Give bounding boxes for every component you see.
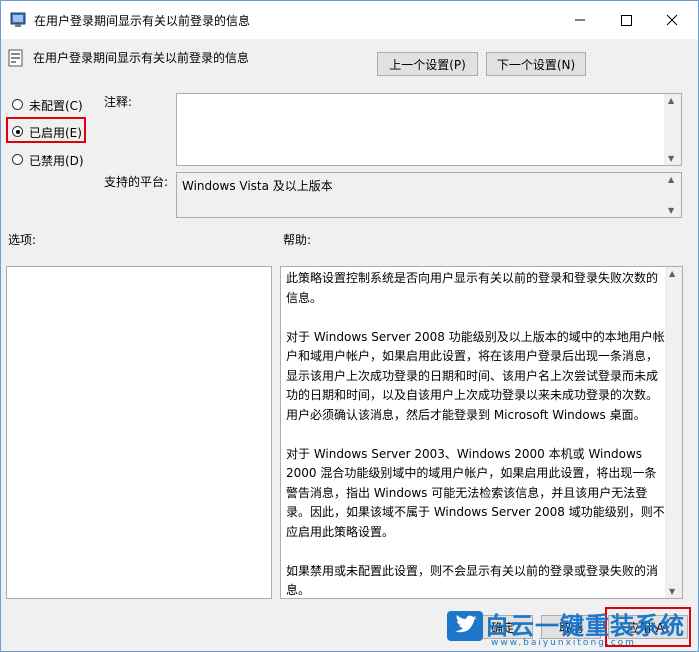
help-text: 此策略设置控制系统是否向用户显示有关以前的登录和登录失败次数的信息。 对于 Wi… bbox=[286, 269, 666, 620]
watermark-url: www.baiyunxitong.com bbox=[491, 638, 636, 648]
comment-label: 注释: bbox=[104, 95, 133, 109]
radio-circle[interactable] bbox=[12, 154, 23, 165]
help-paragraph: 对于 Windows Server 2008 功能级别及以上版本的域中的本地用户… bbox=[286, 329, 665, 422]
radio-label: 未配置(C) bbox=[29, 99, 83, 113]
minimize-button[interactable] bbox=[557, 1, 603, 39]
platform-label: 支持的平台: bbox=[104, 175, 169, 189]
twitter-bird-icon bbox=[447, 611, 483, 641]
options-panel bbox=[6, 266, 272, 599]
radio-label: 已禁用(D) bbox=[29, 154, 84, 168]
help-label: 帮助: bbox=[283, 233, 312, 247]
close-button[interactable] bbox=[649, 1, 695, 39]
help-paragraph: 对于 Windows Server 2003、Windows 2000 本机或 … bbox=[286, 446, 665, 539]
help-paragraph: 此策略设置控制系统是否向用户显示有关以前的登录和登录失败次数的信息。 bbox=[286, 271, 659, 305]
close-icon bbox=[666, 14, 678, 26]
window-title: 在用户登录期间显示有关以前登录的信息 bbox=[34, 14, 251, 28]
platform-field: Windows Vista 及以上版本 ▲ ▼ bbox=[176, 172, 682, 218]
scroll-down-icon[interactable]: ▼ bbox=[669, 587, 675, 596]
policy-setting-icon bbox=[8, 49, 23, 67]
next-setting-button[interactable]: 下一个设置(N) bbox=[486, 52, 586, 76]
maximize-icon bbox=[621, 15, 632, 26]
previous-setting-button[interactable]: 上一个设置(P) bbox=[377, 52, 478, 76]
minimize-icon bbox=[575, 19, 585, 21]
help-paragraph: 如果禁用或未配置此设置，则不会显示有关以前的登录或登录失败的消息。 bbox=[286, 563, 659, 598]
scroll-up-icon[interactable]: ▲ bbox=[668, 96, 674, 105]
policy-title: 在用户登录期间显示有关以前登录的信息 bbox=[33, 51, 250, 65]
options-label: 选项: bbox=[8, 233, 37, 247]
policy-app-icon bbox=[10, 12, 26, 27]
watermark-title: 白云一键重装系统 bbox=[485, 612, 685, 640]
platform-scrollbar[interactable]: ▲ ▼ bbox=[664, 173, 681, 217]
help-scrollbar[interactable]: ▲ ▼ bbox=[665, 267, 682, 598]
enabled-highlight-box bbox=[6, 117, 86, 143]
comment-field[interactable]: ▲ ▼ bbox=[176, 93, 682, 166]
radio-circle[interactable] bbox=[12, 99, 23, 110]
scroll-up-icon[interactable]: ▲ bbox=[668, 175, 674, 184]
help-panel[interactable]: 此策略设置控制系统是否向用户显示有关以前的登录和登录失败次数的信息。 对于 Wi… bbox=[280, 266, 683, 599]
comment-scrollbar[interactable]: ▲ ▼ bbox=[664, 94, 681, 165]
scroll-down-icon[interactable]: ▼ bbox=[668, 206, 674, 215]
maximize-button[interactable] bbox=[603, 1, 649, 39]
scroll-up-icon[interactable]: ▲ bbox=[669, 269, 675, 278]
policy-dialog: 在用户登录期间显示有关以前登录的信息 在用户登录期间显示有关以前登录的信息 上一… bbox=[0, 0, 699, 652]
title-bar[interactable]: 在用户登录期间显示有关以前登录的信息 bbox=[1, 1, 698, 39]
platform-value: Windows Vista 及以上版本 bbox=[182, 179, 333, 193]
scroll-down-icon[interactable]: ▼ bbox=[668, 154, 674, 163]
